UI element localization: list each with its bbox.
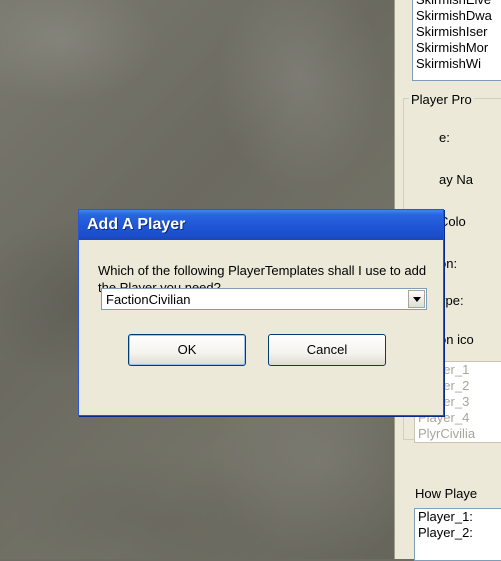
list-item[interactable]: PlyrCivilia [415, 426, 501, 442]
faction-icon-label: on ico [439, 332, 474, 347]
add-player-dialog: Add A Player Which of the following Play… [78, 209, 444, 416]
list-item[interactable]: SkirmishWi [413, 56, 501, 72]
cancel-button[interactable]: Cancel [268, 334, 386, 366]
list-item[interactable]: Player_2: [415, 525, 501, 541]
ok-button[interactable]: OK [128, 334, 246, 366]
list-item[interactable]: Player_1: [415, 509, 501, 525]
selected-template: FactionCivilian [106, 292, 191, 307]
player-template-select[interactable]: FactionCivilian [101, 288, 427, 310]
display-name-label: ay Na [439, 172, 473, 187]
list-item[interactable]: SkirmishIser [413, 24, 501, 40]
list-item[interactable]: SkirmishElve [413, 0, 501, 8]
dialog-titlebar[interactable]: Add A Player [79, 210, 443, 240]
dropdown-button[interactable] [408, 290, 425, 308]
group-title: Player Pro [409, 92, 474, 107]
list-item[interactable]: SkirmishDwa [413, 8, 501, 24]
chevron-down-icon [413, 297, 421, 302]
list-item[interactable]: SkirmishMor [413, 40, 501, 56]
dialog-title: Add A Player [87, 216, 186, 233]
name-label: e: [439, 130, 450, 145]
how-players-list[interactable]: Player_1: Player_2: [414, 508, 501, 561]
how-players-label: How Playe [415, 486, 478, 501]
template-list[interactable]: SkirmishElve SkirmishDwa SkirmishIser Sk… [412, 0, 501, 81]
